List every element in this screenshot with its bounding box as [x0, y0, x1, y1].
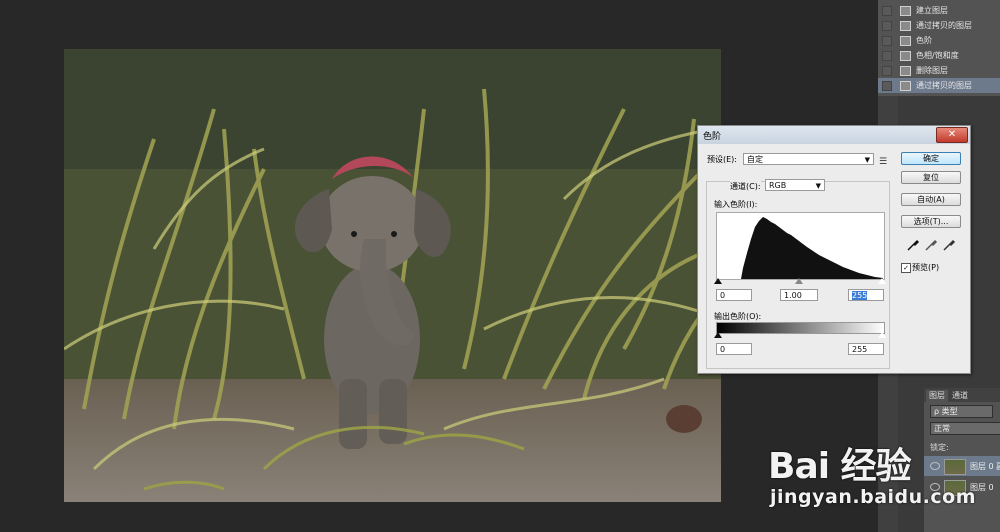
history-source-checkbox[interactable]	[882, 51, 892, 61]
history-state-icon	[900, 36, 911, 46]
preset-label: 预设(E):	[707, 155, 737, 164]
layers-panel-tabs: 图层 通道	[924, 388, 1000, 402]
layer-kind-label: 类型	[941, 407, 958, 416]
input-black-slider[interactable]	[714, 278, 722, 284]
watermark-url: jingyan.baidu.com	[770, 486, 976, 508]
input-levels-label: 输入色阶(I):	[714, 200, 758, 209]
history-item[interactable]: 色阶	[878, 33, 1000, 48]
output-black-field[interactable]: 0	[716, 343, 752, 355]
auto-button[interactable]: 自动(A)	[901, 193, 961, 206]
white-eyedropper-icon[interactable]	[942, 238, 956, 252]
document-image[interactable]	[64, 49, 721, 502]
history-source-checkbox[interactable]	[882, 81, 892, 91]
tab-channels[interactable]: 通道	[952, 390, 968, 401]
eye-icon[interactable]	[930, 462, 940, 470]
layer-name: 图层 0 副本	[970, 462, 1000, 471]
input-white-field[interactable]: 255	[848, 289, 884, 301]
history-item-label: 通过拷贝的图层	[916, 21, 972, 30]
reset-button[interactable]: 复位	[901, 171, 961, 184]
output-gradient	[716, 322, 885, 334]
history-item-selected[interactable]: 通过拷贝的图层	[878, 78, 1000, 93]
history-panel: 建立图层 通过拷贝的图层 色阶 色相/饱和度 删除图层 通过拷贝的图层	[878, 0, 1000, 96]
preset-value: 自定	[747, 155, 763, 164]
black-eyedropper-icon[interactable]	[906, 238, 920, 252]
input-gamma-field[interactable]: 1.00	[780, 289, 818, 301]
layer-thumbnail	[944, 459, 966, 475]
baidu-logo: Bai 经验	[768, 446, 912, 487]
history-item[interactable]: 色相/饱和度	[878, 48, 1000, 63]
filter-icon: ρ	[934, 407, 942, 416]
dialog-title: 色阶	[703, 132, 722, 142]
blend-mode-select[interactable]: 正常	[930, 422, 1000, 435]
history-item[interactable]: 删除图层	[878, 63, 1000, 78]
output-white-field[interactable]: 255	[848, 343, 884, 355]
channel-label: 通道(C):	[730, 181, 761, 192]
preview-label: 预览(P)	[912, 263, 940, 272]
input-black-field[interactable]: 0	[716, 289, 752, 301]
output-black-slider[interactable]	[714, 332, 722, 338]
history-item-label: 建立图层	[916, 6, 948, 15]
layer-kind-filter[interactable]: ρ 类型	[930, 405, 993, 418]
close-button[interactable]: ✕	[936, 127, 968, 143]
output-white-slider[interactable]	[878, 332, 886, 338]
history-state-icon	[900, 51, 911, 61]
history-item-label: 色阶	[916, 36, 932, 45]
history-state-icon	[900, 81, 911, 91]
history-item-label: 色相/饱和度	[916, 51, 959, 60]
history-source-checkbox[interactable]	[882, 6, 892, 16]
gray-eyedropper-icon[interactable]	[924, 238, 938, 252]
preset-select[interactable]: 自定 ▼	[743, 153, 874, 165]
layers-panel: 图层 通道 ρ 类型 正常 锁定: 图层 0 副本 图层 0	[924, 388, 1000, 532]
output-levels-label: 输出色阶(O):	[714, 312, 762, 321]
history-source-checkbox[interactable]	[882, 66, 892, 76]
input-gamma-slider[interactable]	[795, 278, 803, 284]
channel-select[interactable]: RGB ▼	[765, 179, 825, 191]
dialog-titlebar[interactable]: 色阶 ✕	[698, 126, 970, 144]
options-button[interactable]: 选项(T)...	[901, 215, 961, 228]
input-white-slider[interactable]	[878, 278, 886, 284]
layer-row-selected[interactable]: 图层 0 副本	[924, 456, 1000, 476]
history-source-checkbox[interactable]	[882, 36, 892, 46]
history-state-icon	[900, 66, 911, 76]
history-item-label: 通过拷贝的图层	[916, 81, 972, 90]
history-item[interactable]: 建立图层	[878, 3, 1000, 18]
history-item[interactable]: 通过拷贝的图层	[878, 18, 1000, 33]
history-state-icon	[900, 6, 911, 16]
chevron-down-icon: ▼	[815, 182, 821, 190]
input-white-value: 255	[852, 291, 868, 300]
histogram	[716, 212, 885, 280]
channel-value: RGB	[769, 181, 787, 190]
chevron-down-icon: ▼	[864, 156, 870, 164]
preview-checkbox[interactable]: ✓	[901, 263, 911, 273]
levels-dialog: 色阶 ✕ 预设(E): 自定 ▼ ☰ 通道(C): RGB ▼ 输入色阶(I):…	[697, 125, 971, 374]
preset-menu-icon[interactable]: ☰	[879, 157, 887, 167]
lock-label: 锁定:	[930, 443, 949, 452]
history-item-label: 删除图层	[916, 66, 948, 75]
ok-button[interactable]: 确定	[901, 152, 961, 165]
history-state-icon	[900, 21, 911, 31]
tab-layers[interactable]: 图层	[926, 390, 948, 402]
history-source-checkbox[interactable]	[882, 21, 892, 31]
